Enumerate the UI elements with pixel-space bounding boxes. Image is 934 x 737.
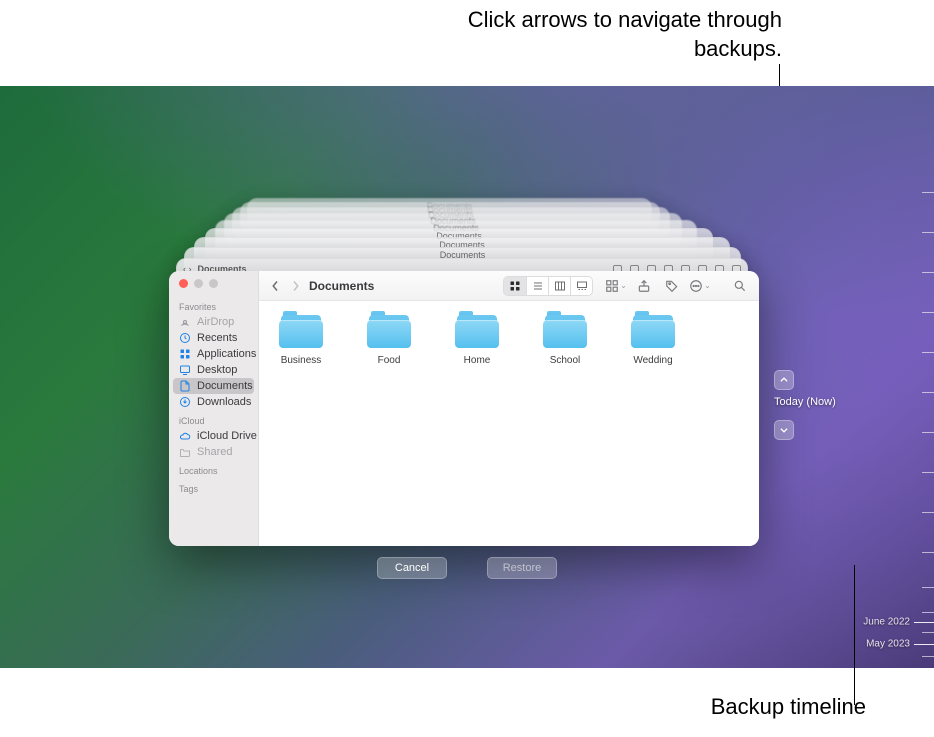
sidebar-item-icloud-drive[interactable]: iCloud Drive (169, 428, 258, 444)
folder-item[interactable]: Home (447, 315, 507, 366)
chevron-down-icon (779, 425, 789, 435)
backup-timeline[interactable]: June 2022 May 2023 Yesterday Now (878, 172, 934, 668)
icon-view-button[interactable] (504, 277, 526, 295)
folder-item[interactable]: Food (359, 315, 419, 366)
folder-item[interactable]: Business (271, 315, 331, 366)
shared-folder-icon (179, 446, 191, 458)
folder-item[interactable]: School (535, 315, 595, 366)
nav-later-button[interactable] (774, 420, 794, 440)
restore-button[interactable]: Restore (487, 557, 557, 579)
download-icon (179, 396, 191, 408)
tags-button[interactable] (661, 276, 683, 296)
sidebar-item-label: Recents (197, 332, 237, 344)
folder-icon (279, 315, 323, 351)
sidebar-item-recents[interactable]: Recents (169, 330, 258, 346)
column-view-button[interactable] (548, 277, 570, 295)
sidebar-item-airdrop[interactable]: AirDrop (169, 314, 258, 330)
sidebar-heading-icloud: iCloud (179, 416, 258, 426)
search-button[interactable] (729, 276, 751, 296)
cancel-button[interactable]: Cancel (377, 557, 447, 579)
sidebar-item-label: Downloads (197, 396, 251, 408)
airdrop-icon (179, 316, 191, 328)
annotation-arrows: Click arrows to navigate through backups… (422, 6, 782, 63)
back-button[interactable] (267, 276, 283, 296)
sidebar-item-desktop[interactable]: Desktop (169, 362, 258, 378)
folder-item[interactable]: Wedding (623, 315, 683, 366)
folder-label: Business (281, 355, 322, 366)
sidebar-item-label: iCloud Drive (197, 430, 257, 442)
current-backup-label: Today (Now) (774, 396, 836, 408)
backup-nav: Today (Now) (774, 370, 836, 440)
action-buttons: Cancel Restore (0, 557, 934, 579)
forward-button[interactable] (287, 276, 303, 296)
window-controls (169, 279, 258, 296)
finder-window: Favorites AirDrop Recents Applications D… (169, 271, 759, 546)
chevron-up-icon (779, 375, 789, 385)
list-view-button[interactable] (526, 277, 548, 295)
view-switcher (503, 276, 593, 296)
clock-icon (179, 332, 191, 344)
timeline-label: May 2023 (866, 639, 910, 650)
sidebar-heading-locations: Locations (179, 466, 258, 476)
folder-icon (543, 315, 587, 351)
sidebar-heading-favorites: Favorites (179, 302, 258, 312)
sidebar-item-label: AirDrop (197, 316, 234, 328)
finder-toolbar: Documents ⌄ ⌄ (259, 271, 759, 301)
timeline-label: June 2022 (863, 617, 910, 628)
group-by-button[interactable]: ⌄ (605, 276, 627, 296)
sidebar-item-downloads[interactable]: Downloads (169, 394, 258, 410)
folder-label: School (550, 355, 581, 366)
folder-icon (367, 315, 411, 351)
annotation-timeline: Backup timeline (711, 693, 866, 722)
sidebar-heading-tags: Tags (179, 484, 258, 494)
time-machine-desktop: Documents Documents Documents Documents … (0, 86, 934, 668)
share-button[interactable] (633, 276, 655, 296)
minimize-button[interactable] (194, 279, 203, 288)
desktop-icon (179, 364, 191, 376)
gallery-view-button[interactable] (570, 277, 592, 295)
folder-icon (631, 315, 675, 351)
folder-label: Home (464, 355, 491, 366)
finder-sidebar: Favorites AirDrop Recents Applications D… (169, 271, 259, 546)
sidebar-item-documents[interactable]: Documents (173, 378, 254, 394)
folder-label: Food (378, 355, 401, 366)
folder-icon (455, 315, 499, 351)
apps-icon (179, 348, 191, 360)
callout-line-timeline (854, 565, 855, 705)
close-button[interactable] (179, 279, 188, 288)
zoom-button[interactable] (209, 279, 218, 288)
action-button[interactable]: ⌄ (689, 276, 711, 296)
sidebar-item-label: Desktop (197, 364, 237, 376)
finder-content: Business Food Home School Wedding (259, 301, 759, 546)
sidebar-item-applications[interactable]: Applications (169, 346, 258, 362)
sidebar-item-label: Applications (197, 348, 256, 360)
window-title: Documents (309, 279, 374, 293)
sidebar-item-label: Shared (197, 446, 232, 458)
sidebar-item-label: Documents (197, 380, 253, 392)
finder-main: Documents ⌄ ⌄ (259, 271, 759, 546)
sidebar-item-shared[interactable]: Shared (169, 444, 258, 460)
document-icon (179, 380, 191, 392)
folder-label: Wedding (633, 355, 672, 366)
nav-earlier-button[interactable] (774, 370, 794, 390)
cloud-icon (179, 430, 191, 442)
